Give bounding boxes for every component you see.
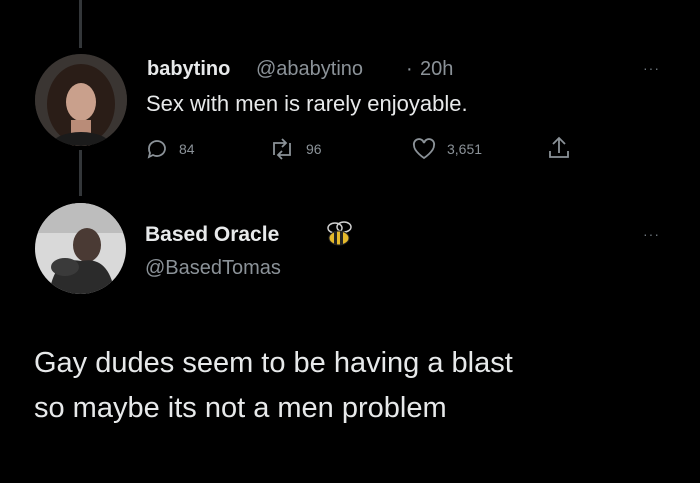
tweet2-text: Gay dudes seem to be having a blast so m… (34, 341, 513, 431)
like-count: 3,651 (447, 141, 483, 157)
tweet1-text: Sex with men is rarely enjoyable. (146, 91, 468, 116)
heart-icon (412, 138, 436, 160)
retweet-icon (273, 138, 291, 160)
thread-line-bottom (79, 150, 82, 196)
tweet1-separator: · (406, 58, 413, 80)
tweet1-handle[interactable]: @ababytino (256, 58, 363, 81)
thread-line-top (79, 0, 82, 48)
share-icon (549, 136, 569, 158)
avatar-babytino[interactable] (35, 54, 127, 146)
share-button[interactable] (546, 135, 572, 161)
reply-count: 84 (179, 141, 195, 157)
reply-button[interactable]: 84 (145, 137, 195, 161)
tweet2-display-name[interactable]: Based Oracle (145, 223, 279, 247)
tweet1-more-button[interactable]: ··· (643, 60, 660, 76)
like-button[interactable]: 3,651 (411, 137, 482, 161)
tweet2-text-line2: so maybe its not a men problem (34, 392, 447, 424)
retweet-count: 96 (306, 141, 322, 157)
tweet2-more-button[interactable]: ··· (643, 226, 660, 242)
retweet-button[interactable]: 96 (268, 137, 322, 161)
tweet2-handle[interactable]: @BasedTomas (145, 257, 281, 280)
reply-icon (147, 140, 166, 159)
bee-icon (322, 219, 356, 254)
tweet1-time[interactable]: 20h (420, 58, 453, 81)
avatar-based-oracle[interactable] (35, 203, 126, 294)
tweet2-text-line1: Gay dudes seem to be having a blast (34, 347, 513, 379)
tweet1-display-name[interactable]: babytino (147, 58, 230, 81)
